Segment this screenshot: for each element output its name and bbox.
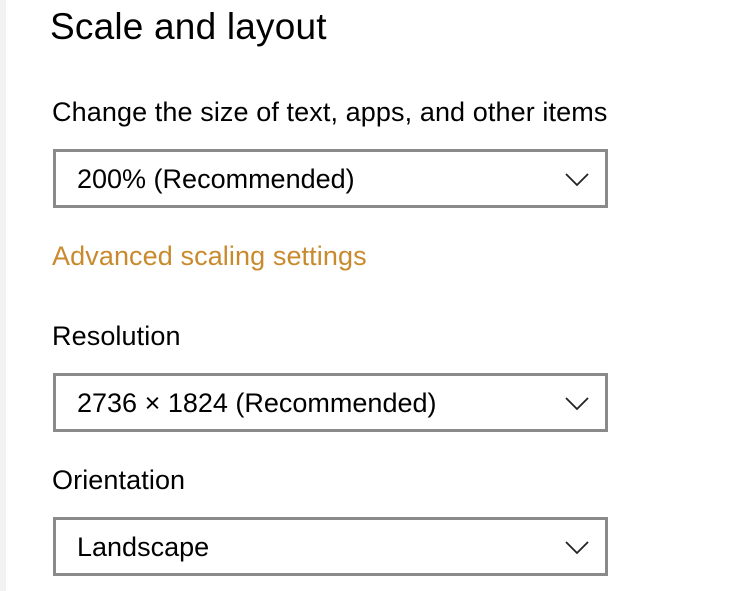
resolution-label: Resolution bbox=[52, 321, 181, 351]
scale-label: Change the size of text, apps, and other… bbox=[52, 97, 608, 127]
chevron-down-icon bbox=[565, 541, 589, 555]
section-title: Scale and layout bbox=[50, 6, 327, 47]
chevron-down-icon bbox=[565, 173, 589, 187]
chevron-down-icon bbox=[565, 397, 589, 411]
scale-dropdown-value: 200% (Recommended) bbox=[77, 164, 355, 194]
left-pane-edge bbox=[0, 0, 6, 591]
orientation-dropdown-value: Landscape bbox=[77, 532, 210, 562]
orientation-dropdown[interactable]: Landscape bbox=[53, 517, 608, 576]
advanced-scaling-settings-link[interactable]: Advanced scaling settings bbox=[52, 239, 367, 273]
scale-dropdown[interactable]: 200% (Recommended) bbox=[53, 149, 608, 208]
resolution-dropdown-value: 2736 × 1824 (Recommended) bbox=[77, 388, 437, 418]
resolution-dropdown[interactable]: 2736 × 1824 (Recommended) bbox=[53, 373, 608, 432]
orientation-label: Orientation bbox=[52, 465, 186, 495]
